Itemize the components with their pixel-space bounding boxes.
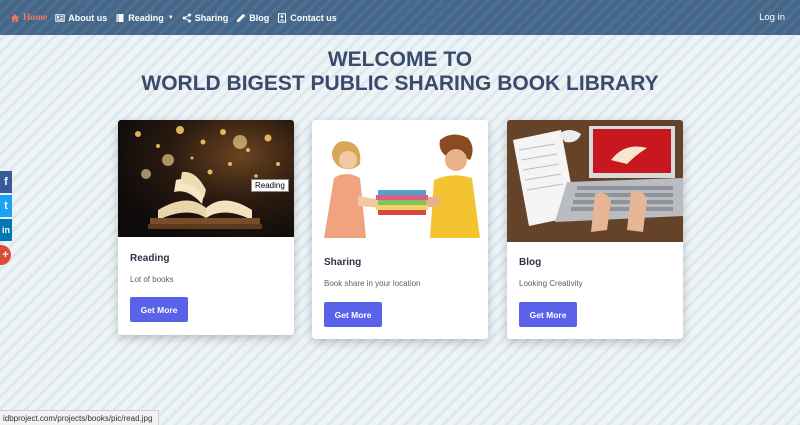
share-icon: [182, 13, 191, 22]
nav-about-us-label: About us: [68, 12, 108, 23]
nav-home-label: Home: [23, 12, 48, 23]
home-icon: [11, 13, 19, 22]
nav-sharing-label: Sharing: [194, 12, 229, 23]
id-card-icon: [55, 13, 65, 22]
nav-contact-us[interactable]: Contact us: [277, 13, 337, 23]
browser-status-bar: idbproject.com/projects/books/pic/read.j…: [0, 410, 160, 425]
blog-get-more-button[interactable]: Get More: [519, 302, 577, 327]
hero-line-1: WELCOME TO: [327, 48, 473, 71]
nav-about-us[interactable]: About us: [55, 13, 107, 23]
kids-sharing-books-image: [312, 120, 488, 242]
card-blog-title: Blog: [519, 257, 542, 268]
card-sharing-text: Book share in your location: [324, 279, 421, 288]
google-plus-icon[interactable]: +: [0, 245, 11, 265]
card-reading: Reading Reading Lot of books Get More: [118, 120, 294, 335]
laptop-typing-image: [507, 120, 683, 242]
nav-sharing[interactable]: Sharing: [182, 12, 229, 23]
image-tooltip: Reading: [251, 179, 289, 192]
linkedin-icon[interactable]: in: [0, 219, 12, 241]
card-reading-text: Lot of books: [130, 275, 174, 284]
twitter-icon[interactable]: t: [0, 195, 12, 217]
card-blog-text: Looking Creativity: [519, 279, 583, 288]
top-navbar: Home About us Reading ▼ Sharing Blog Con…: [0, 0, 800, 35]
sharing-get-more-button[interactable]: Get More: [324, 302, 382, 327]
facebook-icon[interactable]: f: [0, 171, 12, 193]
pencil-icon: [237, 13, 246, 22]
blog-image[interactable]: [507, 120, 683, 242]
nav-home[interactable]: Home: [10, 13, 47, 23]
book-icon: [116, 13, 124, 22]
hero-line-2: WORLD BIGEST PUBLIC SHARING BOOK LIBRARY: [141, 72, 659, 95]
nav-blog-label: Blog: [249, 12, 270, 23]
login-link[interactable]: Log in: [759, 0, 785, 35]
hero-heading: WELCOME TO WORLD BIGEST PUBLIC SHARING B…: [0, 48, 800, 96]
card-reading-title: Reading: [130, 253, 170, 264]
nav-contact-us-label: Contact us: [290, 12, 337, 23]
reading-get-more-button[interactable]: Get More: [130, 297, 188, 322]
contact-icon: [278, 12, 287, 23]
card-blog: Blog Looking Creativity Get More: [507, 120, 683, 339]
nav-reading-dropdown[interactable]: Reading ▼: [115, 12, 174, 23]
nav-reading-label: Reading: [128, 12, 164, 23]
chevron-down-icon: ▼: [167, 14, 174, 21]
card-sharing-title: Sharing: [324, 257, 362, 268]
nav-blog[interactable]: Blog: [236, 13, 269, 23]
sharing-image[interactable]: [312, 120, 488, 242]
card-sharing: Sharing Book share in your location Get …: [312, 120, 488, 339]
